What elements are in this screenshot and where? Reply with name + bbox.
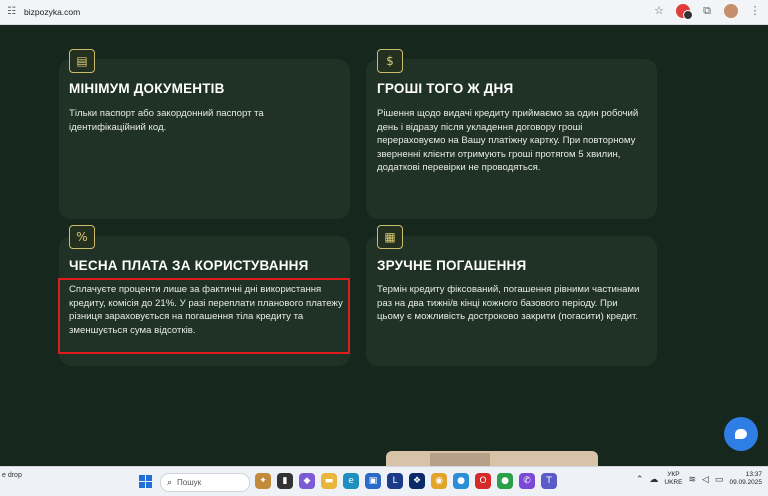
viber-icon[interactable]: ✆: [519, 473, 535, 489]
profile-avatar[interactable]: [724, 4, 738, 18]
person-photo-detail: [430, 453, 490, 466]
system-tray: ⌃ ☁ УКР UKRE ≋ ◁ ▭ 13:37 09.09.2025: [636, 471, 762, 487]
highlight-box: [58, 278, 350, 354]
lang-bottom: UKRE: [664, 479, 683, 486]
extension-icon[interactable]: [676, 4, 693, 20]
clock-time: 13:37: [745, 471, 762, 478]
clock[interactable]: 13:37 09.09.2025: [729, 471, 762, 487]
task-view-icon[interactable]: ▮: [277, 473, 293, 489]
chevron-up-icon[interactable]: ⌃: [636, 474, 644, 485]
browser-toolbar: ☷ bizpozyka.com ☆ ⧉ ⋮: [0, 0, 768, 25]
windows-start-icon[interactable]: [139, 475, 152, 488]
search-placeholder: Пошук: [177, 478, 202, 487]
menu-dots-icon[interactable]: ⋮: [748, 4, 762, 18]
person-photo: [386, 451, 598, 466]
card-title: МІНІМУМ ДОКУМЕНТІВ: [69, 81, 225, 96]
search-icon: ⌕: [167, 477, 173, 488]
app-l-icon[interactable]: L: [387, 473, 403, 489]
card-title: ЗРУЧНЕ ПОГАШЕННЯ: [377, 258, 527, 273]
taskbar-apps: ✦ ▮ ◆ ▬ e ▣ L ❖ ◉ ● O ● ✆ T: [255, 473, 557, 489]
chat-bubble-icon: [735, 429, 747, 439]
dropbox-icon[interactable]: ❖: [409, 473, 425, 489]
percent-icon: %: [69, 225, 95, 249]
chrome-icon[interactable]: ◉: [431, 473, 447, 489]
windows-taskbar: e drop ⌕ Пошук ✦ ▮ ◆ ▬ e ▣ L ❖ ◉ ● O ● ✆…: [0, 466, 768, 496]
site-settings-icon[interactable]: ☷: [7, 7, 17, 17]
calendar-icon: ▦: [377, 225, 403, 249]
card-title: ГРОШІ ТОГО Ж ДНЯ: [377, 81, 514, 96]
battery-icon[interactable]: ▭: [715, 474, 724, 485]
card-title: ЧЕСНА ПЛАТА ЗА КОРИСТУВАННЯ: [69, 258, 309, 273]
language-indicator[interactable]: УКР UKRE: [664, 471, 682, 487]
edge-icon[interactable]: e: [343, 473, 359, 489]
url-text[interactable]: bizpozyka.com: [24, 7, 80, 17]
toolbar-actions: ☆ ⧉ ⋮: [652, 4, 762, 20]
chat-button[interactable]: [724, 417, 758, 451]
taskbar-search[interactable]: ⌕ Пошук: [160, 473, 250, 492]
app-green-icon[interactable]: ●: [497, 473, 513, 489]
card-text: Рішення щодо видачі кредиту приймаємо за…: [377, 108, 639, 174]
volume-icon[interactable]: ◁: [702, 474, 709, 485]
document-icon: ▤: [69, 49, 95, 73]
opera-icon[interactable]: O: [475, 473, 491, 489]
page-content: ▤ МІНІМУМ ДОКУМЕНТІВ Тільки паспорт або …: [0, 25, 768, 466]
extensions-puzzle-icon[interactable]: ⧉: [700, 4, 714, 18]
card-text: Термін кредиту фіксований, погашення рів…: [377, 284, 640, 323]
money-icon: $: [377, 49, 403, 73]
wifi-icon[interactable]: ≋: [688, 474, 696, 485]
close-icon[interactable]: ×: [758, 405, 766, 416]
store-icon[interactable]: ▣: [365, 473, 381, 489]
clock-date: 09.09.2025: [729, 479, 762, 486]
address-bar[interactable]: ☷ bizpozyka.com: [0, 0, 680, 24]
teams-icon[interactable]: T: [541, 473, 557, 489]
lang-top: УКР: [667, 471, 680, 478]
card-text: Тільки паспорт або закордонний паспорт т…: [69, 108, 264, 133]
cloud-icon[interactable]: ☁: [649, 474, 658, 485]
widgets-icon[interactable]: ✦: [255, 473, 271, 489]
file-explorer-icon[interactable]: ▬: [321, 473, 337, 489]
bookmark-star-icon[interactable]: ☆: [652, 4, 666, 18]
app-blue-icon[interactable]: ●: [453, 473, 469, 489]
copilot-icon[interactable]: ◆: [299, 473, 315, 489]
taskbar-left-text: e drop: [2, 472, 22, 479]
